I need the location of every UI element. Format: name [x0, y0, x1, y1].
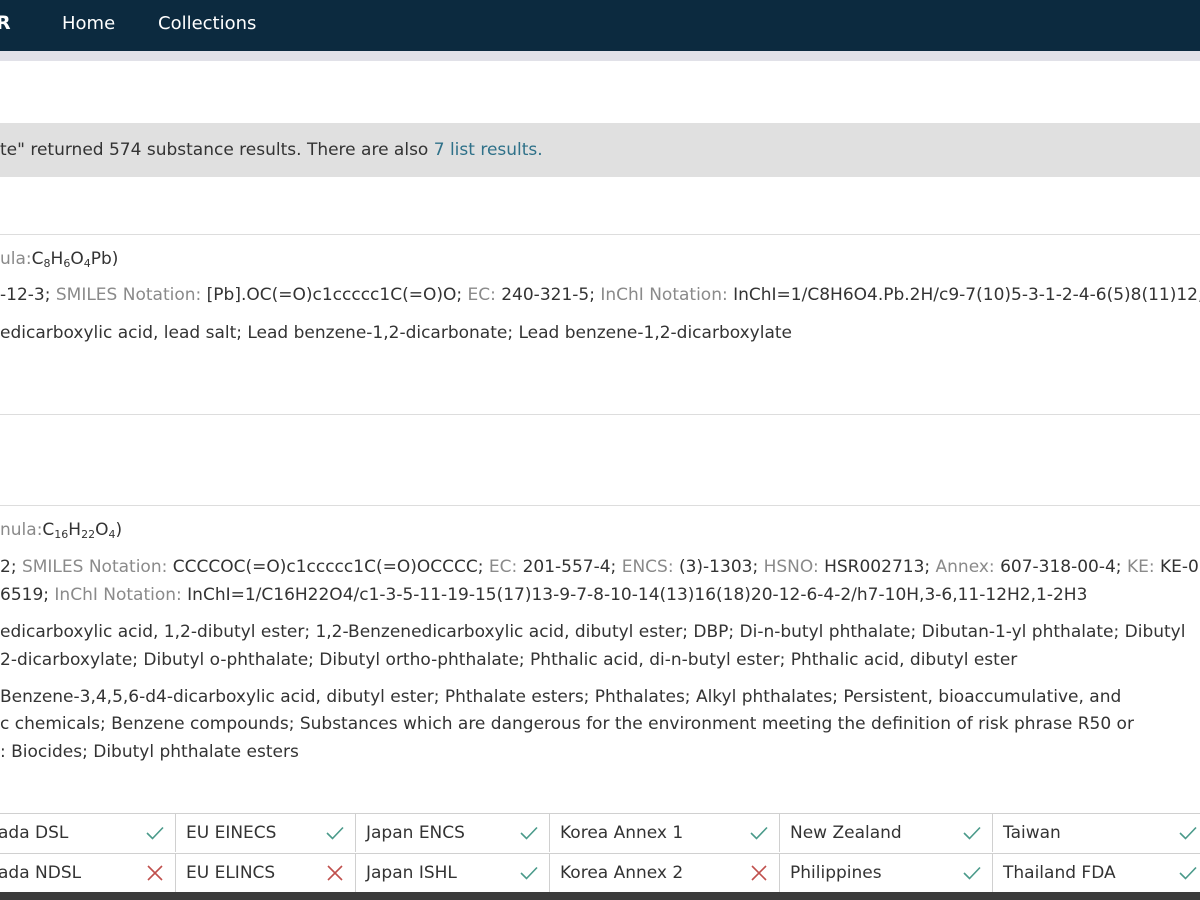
result2-synonyms-line1: edicarboxylic acid, 1,2-dibutyl ester; 1… [0, 622, 1186, 642]
formula-element: C [42, 520, 55, 540]
inventory-cell: Taiwan [993, 814, 1200, 852]
id-label: SMILES Notation: [55, 285, 207, 305]
id-value: 2; [0, 557, 22, 577]
id-value: -12-3; [0, 285, 56, 305]
inventory-cell: Korea Annex 1 [550, 814, 780, 852]
result2-other-line3: : Biocides; Dibutyl phthalate esters [0, 742, 299, 762]
inventory-name: Philippines [790, 863, 882, 883]
result2-other-line1: Benzene-3,4,5,6-d4-dicarboxylic acid, di… [0, 687, 1122, 707]
id-label: Annex: [935, 557, 1001, 577]
check-icon [962, 854, 982, 892]
nav-collections-link[interactable]: Collections [158, 13, 256, 34]
check-icon [145, 814, 165, 852]
id-value: 607-318-00-4; [1000, 557, 1127, 577]
inventory-cell: Japan ISHL [356, 854, 550, 892]
inventory-name: EU EINECS [186, 823, 277, 843]
formula-element: H [68, 520, 82, 540]
inventory-name: Thailand FDA [1003, 863, 1116, 883]
check-icon [749, 814, 769, 852]
id-label: EC: [467, 285, 502, 305]
result-divider [0, 414, 1200, 415]
inventory-name: Korea Annex 2 [560, 863, 684, 883]
result2-formula: nula:C16H22O4) [0, 519, 122, 541]
id-value: (3)-1303; [678, 557, 764, 577]
nav-home-link[interactable]: Home [62, 13, 115, 34]
inventory-cell: ada NDSL [0, 854, 176, 892]
id-value: [Pb].OC(=O)c1ccccc1C(=O)O; [206, 285, 468, 305]
id-label: InChI Notation: [54, 585, 188, 605]
inventory-row: ada DSL EU EINECS Japan ENCS Korea Annex… [0, 814, 1200, 852]
inventory-cell: Korea Annex 2 [550, 854, 780, 892]
inventory-cell: Japan ENCS [356, 814, 550, 852]
formula-element: Pb) [90, 249, 119, 269]
inventory-name: ada NDSL [0, 863, 82, 883]
formula-element: O [95, 520, 109, 540]
formula-label: ula: [0, 249, 32, 269]
formula-element: H [50, 249, 64, 269]
id-label: SMILES Notation: [21, 557, 173, 577]
formula-element: C [31, 249, 44, 269]
id-label: ENCS: [621, 557, 679, 577]
inventory-cell: EU EINECS [176, 814, 356, 852]
check-icon [519, 814, 539, 852]
id-label: HSNO: [763, 557, 825, 577]
list-results-link[interactable]: 7 list results. [434, 140, 543, 160]
inventory-cell: New Zealand [780, 814, 993, 852]
id-value: HSR002713; [824, 557, 936, 577]
inventory-name: New Zealand [790, 823, 902, 843]
id-value: 6519; [0, 585, 55, 605]
result2-identifiers-line2: 6519; InChI Notation: InChI=1/C16H22O4/c… [0, 584, 1087, 606]
id-value: InChI=1/C8H6O4.Pb.2H/c9-7(10)5-3-1-2-4-6… [733, 285, 1200, 305]
check-icon [962, 814, 982, 852]
inventory-name: Taiwan [1003, 823, 1061, 843]
cross-icon [145, 854, 165, 892]
result1-synonyms: edicarboxylic acid, lead salt; Lead benz… [0, 323, 792, 343]
inventory-name: EU ELINCS [186, 863, 276, 883]
results-summary-text: te" returned 574 substance results. Ther… [0, 140, 434, 160]
top-navigation-bar: R Home Collections [0, 0, 1200, 51]
formula-element: ) [115, 520, 123, 540]
formula-count: 16 [54, 528, 69, 541]
id-value: KE-0221 [1159, 557, 1200, 577]
id-label: KE: [1126, 557, 1160, 577]
search-results-notice: te" returned 574 substance results. Ther… [0, 123, 1200, 177]
cross-icon [749, 854, 769, 892]
inventory-cell: Philippines [780, 854, 993, 892]
window-bottom-edge [0, 892, 1200, 900]
result-divider [0, 505, 1200, 506]
brand-logo[interactable]: R [0, 12, 11, 34]
regulatory-inventory-table: ada DSL EU EINECS Japan ENCS Korea Annex… [0, 813, 1200, 893]
formula-element: O [70, 249, 84, 269]
inventory-name: Japan ISHL [366, 863, 457, 883]
result-divider [0, 234, 1200, 235]
result1-identifiers: -12-3; SMILES Notation: [Pb].OC(=O)c1ccc… [0, 284, 1200, 306]
result2-synonyms-line2: 2-dicarboxylate; Dibutyl o-phthalate; Di… [0, 650, 1018, 670]
inventory-name: Japan ENCS [366, 823, 465, 843]
inventory-name: Korea Annex 1 [560, 823, 684, 843]
inventory-cell: ada DSL [0, 814, 176, 852]
id-value: CCCCOC(=O)c1ccccc1C(=O)OCCCC; [172, 557, 489, 577]
check-icon [325, 814, 345, 852]
nav-underline [0, 51, 1200, 61]
formula-label: nula: [0, 520, 43, 540]
result1-formula: ula:C8H6O4Pb) [0, 248, 118, 270]
inventory-row: ada NDSL EU ELINCS Japan ISHL Korea Anne… [0, 853, 1200, 892]
result2-identifiers-line1: 2; SMILES Notation: CCCCOC(=O)c1ccccc1C(… [0, 556, 1200, 578]
id-value: InChI=1/C16H22O4/c1-3-5-11-19-15(17)13-9… [187, 585, 1088, 605]
formula-count: 4 [83, 257, 91, 270]
inventory-name: ada DSL [0, 823, 69, 843]
check-icon [1178, 814, 1198, 852]
inventory-cell: Thailand FDA [993, 854, 1200, 892]
check-icon [519, 854, 539, 892]
id-label: InChI Notation: [600, 285, 734, 305]
id-value: 240-321-5; [501, 285, 601, 305]
id-value: 201-557-4; [522, 557, 622, 577]
check-icon [1178, 854, 1198, 892]
result2-other-line2: c chemicals; Benzene compounds; Substanc… [0, 714, 1134, 734]
cross-icon [325, 854, 345, 892]
inventory-cell: EU ELINCS [176, 854, 356, 892]
id-label: EC: [488, 557, 523, 577]
formula-count: 8 [43, 257, 51, 270]
formula-count: 22 [81, 528, 96, 541]
